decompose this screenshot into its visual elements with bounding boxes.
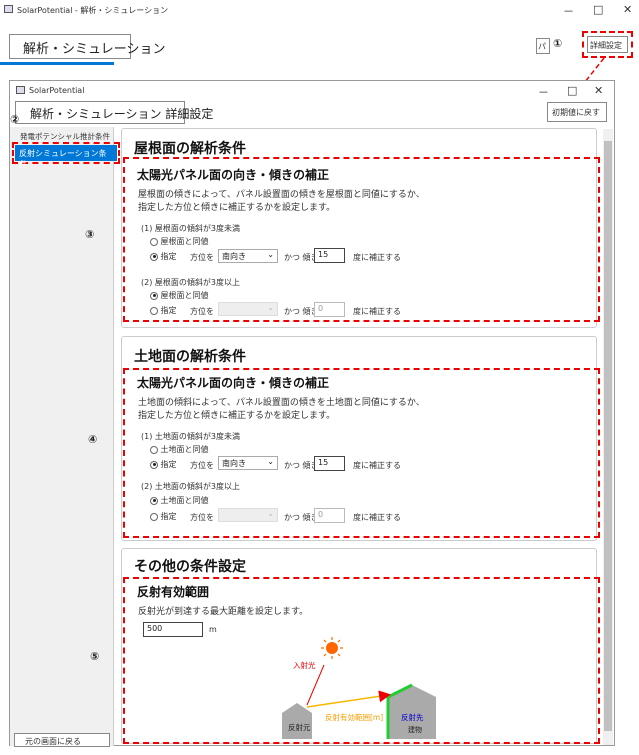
roof-radio-specify-1[interactable] [150, 252, 158, 261]
roof-azimuth-select-1[interactable]: 南向き ⌄ [218, 249, 278, 263]
sidebar-item-generation[interactable]: 発電ポテンシャル推計条件 [20, 131, 110, 142]
roof-radio-specify-2[interactable] [150, 306, 158, 315]
roof-tilt-input-1[interactable]: 15 [314, 248, 345, 263]
inner-app-icon [16, 86, 25, 94]
land-tilt-input-1[interactable]: 15 [314, 456, 345, 471]
land-azimuth-label-2: 方位を [190, 513, 214, 522]
roof-radio-same-1-row[interactable]: 屋根面と同値 [150, 236, 209, 247]
inner-header-title: 解析・シミュレーション 詳細設定 [30, 107, 214, 121]
inner-close-button[interactable]: ✕ [594, 84, 603, 97]
reflected-ray [306, 690, 391, 708]
land-radio-specify-1-row[interactable]: 指定 [150, 459, 177, 470]
source-building [282, 703, 312, 739]
roof-cond-2: (2) 屋根面の傾斜が3度以上 [141, 278, 240, 287]
roof-desc-1: 屋根面の傾きによって、パネル設置面の傾きを屋根面と同値にするか、 [138, 190, 425, 200]
chevron-down-icon: ⌄ [267, 303, 274, 312]
roof-correct-label-2: 度に補正する [353, 307, 401, 316]
land-section-title: 土地面の解析条件 [134, 349, 246, 365]
other-sub-title: 反射有効範囲 [137, 585, 210, 599]
roof-section-title: 屋根面の解析条件 [134, 141, 246, 157]
distance-unit: m [209, 625, 217, 634]
roof-tilt-input-2[interactable]: 0 [314, 302, 345, 317]
roof-azimuth-label-2: 方位を [190, 307, 214, 316]
land-tilt-input-2[interactable]: 0 [314, 508, 345, 523]
land-radio-specify-2[interactable] [150, 512, 158, 521]
land-desc-1: 土地面の傾斜によって、パネル設置面の傾きを土地面と同値にするか、 [138, 398, 425, 408]
other-desc: 反射光が到達する最大距離を設定します。 [138, 607, 309, 617]
distance-input[interactable]: 500 [143, 622, 203, 637]
marker-2: ② [10, 113, 20, 126]
roof-radio-specify-2-row[interactable]: 指定 [150, 305, 177, 316]
marker-5: ⑤ [90, 650, 100, 663]
marker-3: ③ [85, 228, 95, 241]
incident-ray [306, 664, 325, 706]
roof-radio-same-2-row[interactable]: 屋根面と同値 [150, 290, 209, 301]
land-radio-specify-2-row[interactable]: 指定 [150, 511, 177, 522]
roof-radio-same-2[interactable] [150, 291, 158, 300]
land-radio-specify-1[interactable] [150, 460, 158, 469]
land-cond-1: (1) 土地面の傾斜が3度未満 [141, 432, 240, 441]
source-label: 反射元 [288, 723, 311, 732]
range-label: 反射有効範囲[m] [325, 713, 384, 722]
chevron-down-icon: ⌄ [267, 457, 274, 466]
inner-minimize-button[interactable]: － [538, 84, 549, 100]
land-correct-label-2: 度に補正する [353, 513, 401, 522]
land-sub-title: 太陽光パネル面の向き・傾きの補正 [137, 376, 330, 390]
incident-label: 入射光 [293, 661, 316, 670]
chevron-down-icon: ⌄ [267, 250, 274, 259]
land-cond-2: (2) 土地面の傾斜が3度以上 [141, 482, 240, 491]
roof-correct-label-1: 度に補正する [353, 253, 401, 262]
land-azimuth-select-1[interactable]: 南向き ⌄ [218, 456, 278, 470]
land-azimuth-label-1: 方位を [190, 461, 214, 470]
land-radio-same-2[interactable] [150, 496, 158, 505]
land-radio-same-1[interactable] [150, 445, 158, 454]
land-correct-label-1: 度に補正する [353, 461, 401, 470]
roof-cond-1: (1) 屋根面の傾斜が3度未満 [141, 224, 240, 233]
scrollbar-thumb[interactable] [604, 141, 612, 731]
building-label: 建物 [408, 726, 422, 734]
reset-button[interactable]: 初期値に戻す [547, 102, 607, 122]
roof-radio-same-1[interactable] [150, 237, 158, 246]
roof-azimuth-select-2[interactable]: ⌄ [218, 302, 278, 316]
land-azimuth-select-2[interactable]: ⌄ [218, 508, 278, 522]
roof-azimuth-label-1: 方位を [190, 253, 214, 262]
land-radio-same-1-row[interactable]: 土地面と同値 [150, 444, 209, 455]
target-label: 反射先 [401, 713, 424, 722]
other-section-title: その他の条件設定 [134, 559, 246, 575]
inner-window-title: SolarPotential [29, 86, 85, 95]
back-button[interactable]: 元の画面に戻る [14, 733, 110, 747]
land-radio-same-2-row[interactable]: 土地面と同値 [150, 495, 209, 506]
roof-radio-specify-1-row[interactable]: 指定 [150, 251, 177, 262]
land-desc-2: 指定した方位と傾きに補正するかを設定します。 [138, 411, 336, 421]
sun-icon [321, 637, 343, 659]
marker-4: ④ [88, 433, 98, 446]
roof-desc-2: 指定した方位と傾きに補正するかを設定します。 [138, 203, 336, 213]
sidebar-item-reflection[interactable]: 反射シミュレーション条件 [15, 145, 117, 169]
inner-maximize-button[interactable]: □ [567, 84, 577, 97]
chevron-down-icon: ⌄ [267, 509, 274, 518]
roof-sub-title: 太陽光パネル面の向き・傾きの補正 [137, 168, 330, 182]
